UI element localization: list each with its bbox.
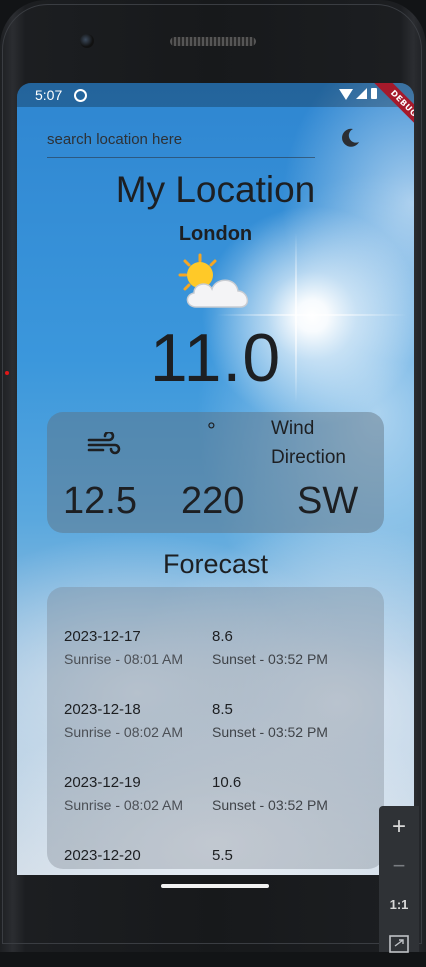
current-temperature: 11.0 xyxy=(149,320,282,396)
moon-icon xyxy=(342,128,359,147)
wind-icon xyxy=(87,432,121,455)
actual-size-button[interactable]: 1:1 xyxy=(379,887,419,923)
forecast-row: 2023-12-20 5.5 xyxy=(47,847,384,869)
cell-signal-icon xyxy=(356,88,367,99)
page-title: My Location xyxy=(115,169,316,210)
fit-screen-button[interactable] xyxy=(379,926,419,962)
front-camera-icon xyxy=(80,34,94,48)
phone-frame: 5:07 DEBUG My Location London xyxy=(0,0,426,953)
forecast-date: 2023-12-20 xyxy=(64,847,141,864)
forecast-date: 2023-12-19 xyxy=(64,774,141,791)
forecast-temp: 8.6 xyxy=(212,628,233,645)
app-screen: 5:07 DEBUG My Location London xyxy=(17,83,414,875)
forecast-sunrise: Sunrise - 08:02 AM xyxy=(64,724,184,740)
home-gesture-bar[interactable] xyxy=(161,884,269,888)
forecast-sunrise: Sunrise - 08:01 AM xyxy=(64,651,184,667)
zoom-in-button[interactable]: + xyxy=(379,809,419,845)
forecast-title: Forecast xyxy=(162,549,269,579)
forecast-date: 2023-12-17 xyxy=(64,628,141,645)
wind-direction-value: SW xyxy=(297,480,359,522)
forecast-sunset: Sunset - 03:52 PM xyxy=(212,797,328,813)
forecast-list[interactable]: 2023-12-17 Sunrise - 08:01 AM 8.6 Sunset… xyxy=(47,587,384,869)
city-name: London xyxy=(178,223,253,245)
sun-ray-horizontal xyxy=(217,314,407,316)
wind-degrees-value: 220 xyxy=(181,480,245,522)
forecast-sunset: Sunset - 03:52 PM xyxy=(212,651,328,667)
sun-behind-cloud-icon xyxy=(172,253,258,313)
wifi-icon xyxy=(339,89,353,100)
app-notification-icon xyxy=(74,89,87,102)
wind-degree-icon: ° xyxy=(207,418,216,443)
forecast-temp: 8.5 xyxy=(212,701,233,718)
wind-direction-label: Wind Direction xyxy=(271,418,346,468)
forecast-row: 2023-12-18 Sunrise - 08:02 AM 8.5 Sunset… xyxy=(47,701,384,751)
forecast-temp: 5.5 xyxy=(212,847,233,864)
earpiece-speaker xyxy=(170,37,256,46)
status-time: 5:07 xyxy=(35,87,63,103)
status-bar: 5:07 xyxy=(17,83,414,107)
wind-speed-value: 12.5 xyxy=(63,480,137,522)
forecast-sunrise: Sunrise - 08:02 AM xyxy=(64,797,184,813)
forecast-temp: 10.6 xyxy=(212,774,242,791)
forecast-sunset: Sunset - 03:52 PM xyxy=(212,724,328,740)
side-indicator-dot xyxy=(5,371,9,375)
battery-icon xyxy=(371,88,377,99)
emulator-zoom-panel: + − 1:1 xyxy=(379,806,419,953)
search-input[interactable] xyxy=(47,127,315,158)
fit-screen-icon xyxy=(389,935,409,953)
forecast-date: 2023-12-18 xyxy=(64,701,141,718)
forecast-row: 2023-12-17 Sunrise - 08:01 AM 8.6 Sunset… xyxy=(47,628,384,678)
dark-mode-toggle[interactable] xyxy=(339,127,361,149)
zoom-out-button[interactable]: − xyxy=(379,848,419,884)
forecast-row: 2023-12-19 Sunrise - 08:02 AM 10.6 Sunse… xyxy=(47,774,384,824)
wind-card: ° Wind Direction 12.5 220 SW xyxy=(47,412,384,533)
